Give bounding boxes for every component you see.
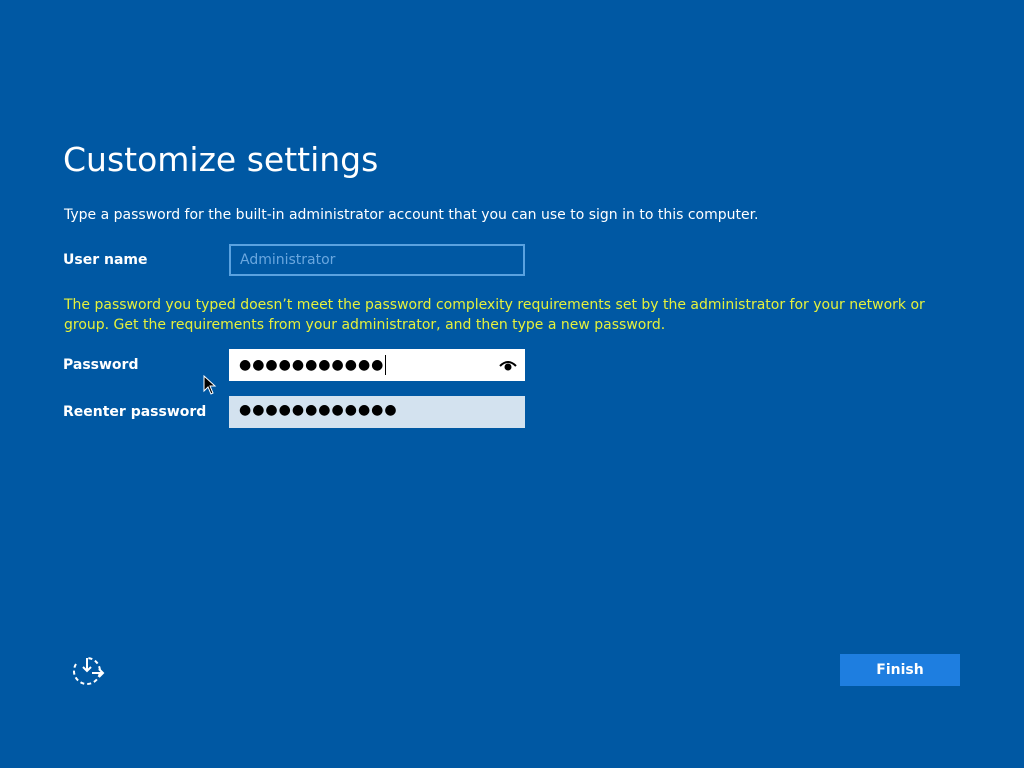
- page-title: Customize settings: [63, 140, 379, 179]
- password-value: ●●●●●●●●●●●: [239, 357, 385, 373]
- username-field[interactable]: [229, 244, 525, 276]
- ease-of-access-icon[interactable]: [70, 655, 106, 687]
- mouse-pointer-icon: [203, 375, 217, 395]
- reenter-password-label: Reenter password: [63, 404, 207, 420]
- password-field[interactable]: ●●●●●●●●●●●: [229, 349, 525, 381]
- text-caret: [385, 355, 387, 375]
- reenter-password-field[interactable]: ●●●●●●●●●●●●: [229, 396, 525, 428]
- password-error-message: The password you typed doesn’t meet the …: [64, 297, 925, 333]
- finish-button[interactable]: Finish: [840, 654, 960, 686]
- password-label: Password: [63, 357, 139, 373]
- reenter-password-value: ●●●●●●●●●●●●: [239, 402, 398, 418]
- username-label: User name: [63, 252, 148, 268]
- reveal-password-icon[interactable]: [499, 357, 517, 373]
- instructions-text: Type a password for the built-in adminis…: [64, 207, 759, 223]
